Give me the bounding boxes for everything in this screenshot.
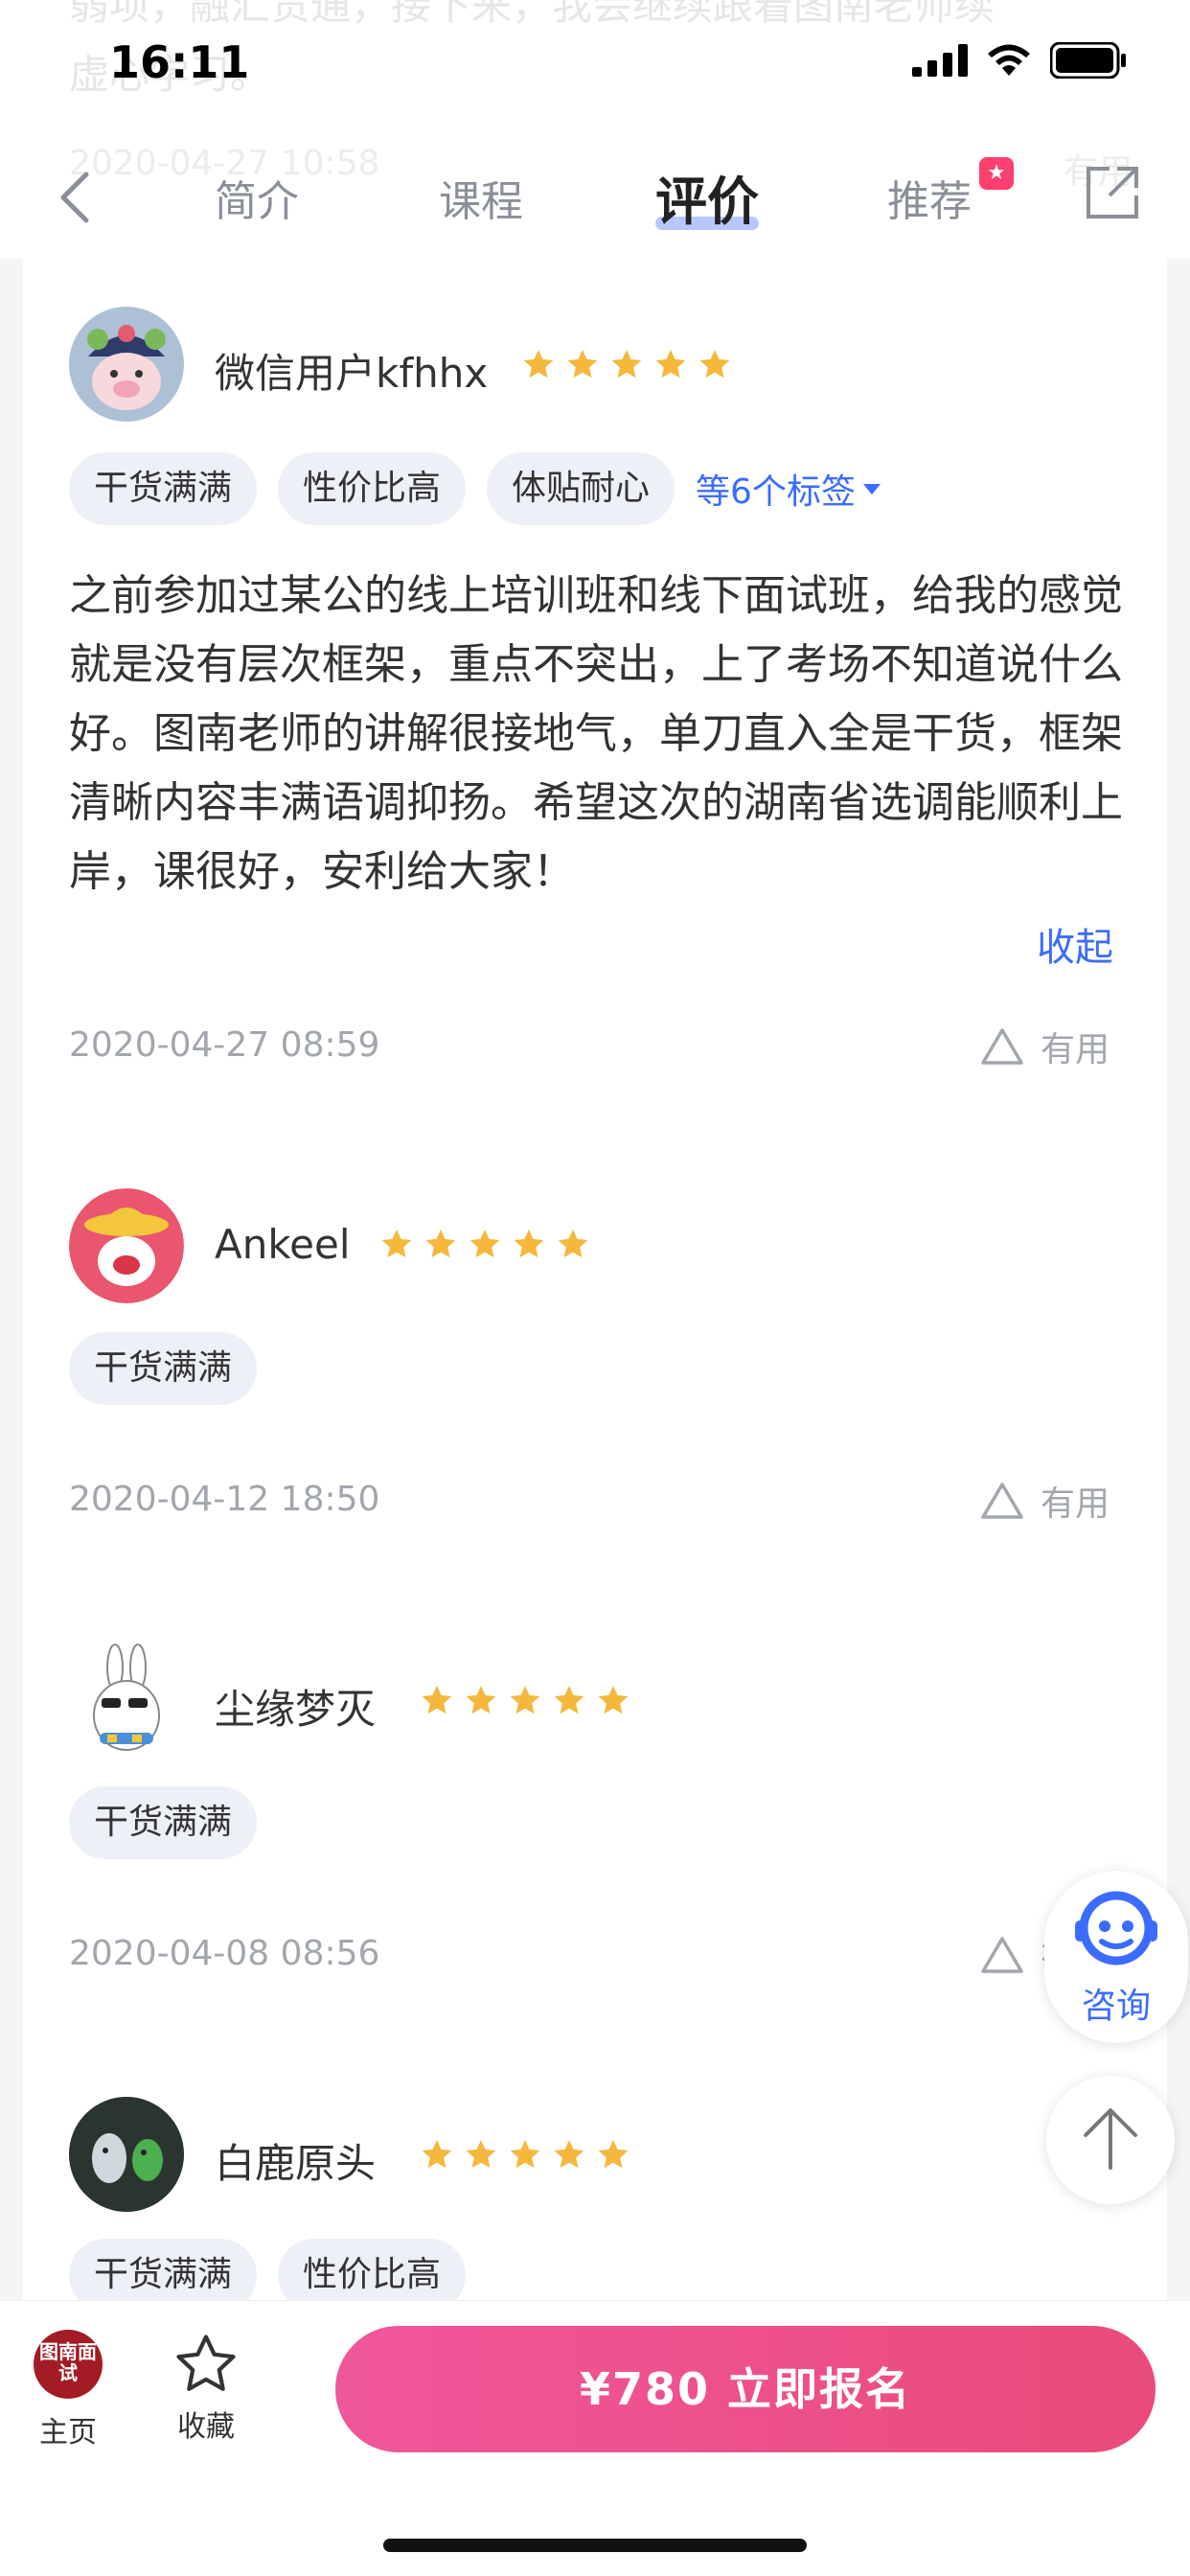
star-icon [554, 1686, 584, 1714]
review-date: 2020-04-08 08:56 [69, 1934, 380, 1973]
review-page: 弱项，融汇贯通，接下来，我会继续跟着图南老师续 虚心学习。 2020-04-27… [0, 0, 1190, 2576]
star-icon [510, 1686, 540, 1714]
star-icon [514, 1230, 544, 1258]
tag: 干货满满 [69, 452, 258, 525]
recommend-badge-icon: ★ [979, 157, 1014, 190]
tab-review[interactable]: 评价 [655, 159, 759, 235]
tag-list: 干货满满 性价比高 体贴耐心 等6个标签 [69, 452, 882, 525]
star-icon [655, 350, 686, 379]
back-to-top-button[interactable] [1046, 2076, 1175, 2204]
thumb-triangle-icon [981, 1483, 1023, 1519]
star-icon [699, 350, 730, 379]
useful-button[interactable]: 有用 [979, 1022, 1110, 1071]
star-icon [466, 2140, 496, 2169]
share-icon[interactable] [1083, 163, 1142, 222]
header: 弱项，融汇贯通，接下来，我会继续跟着图南老师续 虚心学习。 2020-04-27… [0, 0, 1190, 259]
review-date: 2020-04-27 08:59 [69, 1025, 380, 1065]
consult-button[interactable]: 咨询 [1044, 1871, 1188, 2043]
star-icon [466, 1686, 496, 1714]
status-time: 16:11 [109, 36, 250, 88]
star-icon [598, 2140, 629, 2169]
tag: 体贴耐心 [487, 452, 675, 525]
signal-icon [912, 44, 968, 77]
tab-course[interactable]: 课程 [439, 167, 523, 228]
tag: 干货满满 [69, 1332, 258, 1405]
thumb-triangle-icon [981, 1028, 1023, 1065]
username: Ankeel [215, 1221, 351, 1268]
scrolled-text-line-1: 弱项，融汇贯通，接下来，我会继续跟着图南老师续 [69, 0, 995, 29]
star-icon [469, 1230, 500, 1258]
avatar[interactable] [69, 1643, 184, 1758]
tag: 性价比高 [278, 452, 467, 525]
enroll-button[interactable]: ¥780 立即报名 [335, 2326, 1156, 2452]
bottom-action-bar: 图南面试 主页 收藏 ¥780 立即报名 [0, 2300, 1190, 2576]
thumb-triangle-icon [981, 1937, 1023, 1973]
tab-recommend[interactable]: 推荐 [887, 167, 972, 228]
tab-intro[interactable]: 简介 [215, 167, 299, 228]
useful-button[interactable]: 有用 [979, 1476, 1110, 1526]
avatar[interactable] [69, 2097, 184, 2212]
brand-logo: 图南面试 [34, 2330, 103, 2399]
star-icon [611, 350, 642, 379]
review-text: 之前参加过某公的线上培训班和线下面试班，给我的感觉就是没有层次框架，重点不突出，… [69, 571, 1123, 896]
star-icon [598, 1686, 629, 1714]
useful-label: 有用 [1040, 1030, 1110, 1070]
wifi-icon [988, 44, 1030, 76]
nav-home-label: 主页 [39, 2416, 97, 2450]
rating-stars [420, 1683, 630, 1717]
nav-favorite-label: 收藏 [177, 2410, 235, 2444]
nav-favorite[interactable]: 收藏 [153, 2330, 259, 2445]
star-icon [381, 1230, 412, 1258]
consult-label: 咨询 [1081, 1987, 1151, 2026]
tab-bar: 简介 课程 评价 推荐 ★ [0, 153, 1190, 240]
back-icon[interactable] [48, 163, 105, 230]
tag-list: 干货满满 [69, 1786, 258, 1859]
nav-home[interactable]: 图南面试 主页 [15, 2330, 121, 2450]
star-icon [425, 1230, 456, 1258]
username: 微信用户kfhhx [215, 350, 489, 397]
chat-bot-icon [1075, 1891, 1157, 1966]
collapse-link[interactable]: 收起 [1037, 916, 1113, 972]
star-icon [510, 2140, 540, 2169]
tag: 干货满满 [69, 1786, 258, 1859]
tag-list: 干货满满 [69, 1332, 258, 1405]
useful-label: 有用 [1040, 1484, 1110, 1524]
rating-stars [379, 1227, 590, 1261]
more-tags-label: 等6个标签 [696, 472, 856, 512]
caret-down-icon [862, 484, 881, 494]
review-date: 2020-04-12 18:50 [69, 1480, 380, 1519]
username: 尘缘梦灭 [215, 1686, 377, 1733]
star-icon [567, 350, 598, 379]
review-list: 微信用户kfhhx 干货满满 性价比高 体贴耐心 等6个标签 之前参加过某公的线… [23, 259, 1167, 2300]
star-outline-icon [176, 2334, 236, 2391]
star-icon [554, 2140, 584, 2169]
avatar[interactable] [69, 307, 184, 422]
tag: 干货满满 [69, 2239, 258, 2300]
battery-icon [1050, 42, 1126, 79]
more-tags-toggle[interactable]: 等6个标签 [696, 464, 882, 514]
rating-stars [521, 347, 732, 381]
rating-stars [420, 2137, 630, 2172]
status-icons [912, 42, 1127, 79]
arrow-up-icon [1084, 2108, 1137, 2170]
avatar[interactable] [69, 1188, 184, 1303]
tag-list: 干货满满 性价比高 [69, 2239, 467, 2300]
star-icon [422, 2140, 452, 2169]
star-icon [422, 1686, 452, 1714]
star-icon [523, 350, 554, 379]
star-icon [558, 1230, 588, 1258]
username: 白鹿原头 [215, 2140, 377, 2187]
tag: 性价比高 [278, 2239, 467, 2300]
home-indicator [383, 2539, 807, 2552]
